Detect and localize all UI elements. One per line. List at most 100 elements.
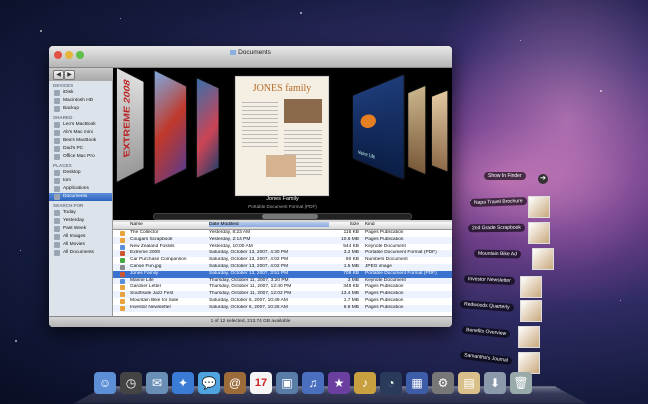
finder-icon[interactable]: ☺ (94, 372, 116, 394)
coverflow-area[interactable]: EXTREME 2008 JONES family Marine Life Jo… (113, 68, 452, 220)
cell-kind: Keynote Document (365, 278, 451, 285)
table-row[interactable]: Gardner Letter Thursday, October 11, 2007… (113, 284, 452, 291)
table-row[interactable]: Car Purchase Comparison Saturday, October… (113, 257, 452, 264)
downloads-stack-icon[interactable]: ⬇ (484, 372, 506, 394)
stack-item-thumbnail[interactable] (520, 276, 542, 298)
column-header-name[interactable]: Name (130, 222, 208, 227)
iphoto-icon[interactable]: ▣ (276, 372, 298, 394)
show-in-finder-button[interactable]: Show In Finder (484, 172, 526, 180)
stack-item-label[interactable]: Mountain Bike Ad (474, 250, 521, 259)
file-icon (120, 299, 125, 304)
sidebar-item-desktop[interactable]: Desktop (49, 169, 112, 177)
sidebar-item-office-mac-pro[interactable]: Office Mac Pro (49, 153, 112, 161)
table-row[interactable]: The Collector Yesterday, 8:23 AM 116 KB Pag… (113, 230, 452, 237)
table-row[interactable]: Marine Life Thursday, October 11, 2007, 3… (113, 278, 452, 285)
cell-size: 116 KB (331, 230, 359, 237)
sidebar-item-all-movies[interactable]: All Movies (49, 241, 112, 249)
coverflow-doc-right-2[interactable] (408, 86, 425, 174)
table-row[interactable]: New Zealand Fossils Yesterday, 10:00 AM 54… (113, 244, 452, 251)
column-header-kind[interactable]: Kind (365, 222, 451, 227)
ical-icon[interactable]: 17 (250, 372, 272, 394)
cell-size: 10.6 MB (331, 237, 359, 244)
stack-item-label[interactable]: 2nd Grade Scrapbook (468, 224, 525, 232)
sidebar-item-past-week[interactable]: Past Week (49, 225, 112, 233)
sidebar-item-documents[interactable]: Documents (49, 193, 112, 201)
spaces-icon[interactable]: ▦ (406, 372, 428, 394)
sidebar-item-icon (54, 90, 60, 96)
sidebar-item-yesterday[interactable]: Yesterday (49, 217, 112, 225)
sidebar-item-tom[interactable]: tom (49, 177, 112, 185)
table-row[interactable]: Cougars Scrapbook Yesterday, 2:14 PM 10.6 … (113, 237, 452, 244)
itunes-icon[interactable]: ♫ (302, 372, 324, 394)
cell-name: Marine Life (130, 278, 208, 285)
safari-icon[interactable]: ✦ (172, 372, 194, 394)
sidebar-item-today[interactable]: Today (49, 209, 112, 217)
coverflow-doc-photos[interactable] (155, 71, 186, 184)
address-book-icon[interactable]: @ (224, 372, 246, 394)
column-header-size[interactable]: Size (331, 222, 359, 227)
title-bar[interactable]: Documents (49, 46, 452, 68)
sidebar-item-ab-s-mac-mini[interactable]: Ab's Mac mini (49, 129, 112, 137)
coverflow-doc-scrapbook[interactable] (197, 78, 219, 177)
sidebar-item-bea-s-macbook[interactable]: Bea's MacBook (49, 137, 112, 145)
sidebar-item-icon (54, 138, 60, 144)
cell-name: New Zealand Fossils (130, 244, 208, 251)
table-row[interactable]: Canoe Fun.jpg Saturday, October 13, 2007,… (113, 264, 452, 271)
coverflow-doc-right-3[interactable] (432, 91, 447, 171)
mail-icon[interactable]: ✉ (146, 372, 168, 394)
dashboard-icon[interactable]: ◷ (120, 372, 142, 394)
stack-item-thumbnail[interactable] (518, 326, 540, 348)
sidebar-item-label: Dad's PC (63, 146, 83, 151)
table-row[interactable]: Investor Newsletter Saturday, October 6, … (113, 305, 452, 312)
system-preferences-icon[interactable]: ⚙ (432, 372, 454, 394)
cell-date: Saturday, October 13, 2007, 4:02 PM (209, 264, 329, 271)
imovie-icon[interactable]: ★ (328, 372, 350, 394)
sidebar-item-applications[interactable]: Applications (49, 185, 112, 193)
file-icon (120, 265, 125, 270)
coverflow-scrollbar[interactable] (153, 213, 412, 220)
table-row[interactable]: Jones Family Saturday, October 13, 2007, … (113, 271, 452, 278)
garageband-icon[interactable]: ♪ (354, 372, 376, 394)
stack-item-thumbnail[interactable] (532, 248, 554, 270)
sidebar-item-icon (54, 226, 60, 232)
stack-arrow-icon[interactable]: ➜ (538, 174, 548, 184)
coverflow-doc-jones-family[interactable]: JONES family (235, 76, 329, 196)
sidebar-item-idisk[interactable]: iDisk (49, 89, 112, 97)
table-row[interactable]: Southside Jazz Fest Thursday, October 11,… (113, 291, 452, 298)
table-row[interactable]: Extreme 2008 Saturday, October 13, 2007, … (113, 250, 452, 257)
sidebar-item-macintosh-hd[interactable]: Macintosh HD (49, 97, 112, 105)
cell-kind: Portable Document Format (PDF) (365, 250, 451, 257)
sidebar-item-label: Applications (63, 186, 89, 191)
sidebar-item-leo-s-macbook[interactable]: Leo's MacBook (49, 121, 112, 129)
trash-icon[interactable]: 🗑 (510, 372, 532, 394)
sidebar-item-icon (54, 170, 60, 176)
cell-date: Saturday, October 6, 2007, 10:25 AM (209, 305, 329, 312)
time-machine-icon[interactable]: ◔ (380, 372, 402, 394)
cell-kind: Portable Document Format (PDF) (365, 271, 451, 278)
coverflow-scroll-thumb[interactable] (262, 214, 319, 219)
sidebar-item-dad-s-pc[interactable]: Dad's PC (49, 145, 112, 153)
documents-stack-icon[interactable]: ▤ (458, 372, 480, 394)
sidebar-item-all-documents[interactable]: All Documents (49, 249, 112, 257)
column-header-date[interactable]: Date Modified (209, 222, 329, 227)
sidebar-item-backup[interactable]: Backup (49, 105, 112, 113)
cell-name: Cougars Scrapbook (130, 237, 208, 244)
sidebar-section-header: PLACES (49, 161, 112, 169)
sidebar-item-all-images[interactable]: All Images (49, 233, 112, 241)
stack-item-thumbnail[interactable] (528, 222, 550, 244)
cell-name: Extreme 2008 (130, 250, 208, 257)
forward-button[interactable]: ▶ (64, 70, 75, 80)
sidebar-item-icon (54, 146, 60, 152)
cell-date: Thursday, October 11, 2007, 3:20 PM (209, 278, 329, 285)
table-row[interactable]: Mountain Bike for Sale Saturday, October … (113, 298, 452, 305)
sidebar-item-label: Desktop (63, 170, 81, 175)
coverflow-doc-marine-life[interactable]: Marine Life (353, 75, 404, 179)
stack-item-thumbnail[interactable] (528, 196, 550, 218)
cell-name: Car Purchase Comparison (130, 257, 208, 264)
sidebar-section-header: DEVICES (49, 81, 112, 89)
ichat-icon[interactable]: 💬 (198, 372, 220, 394)
stack-item-thumbnail[interactable] (520, 300, 542, 322)
back-button[interactable]: ◀ (53, 70, 64, 80)
cell-date: Yesterday, 2:14 PM (209, 237, 329, 244)
coverflow-doc-extreme[interactable]: EXTREME 2008 (117, 68, 144, 182)
